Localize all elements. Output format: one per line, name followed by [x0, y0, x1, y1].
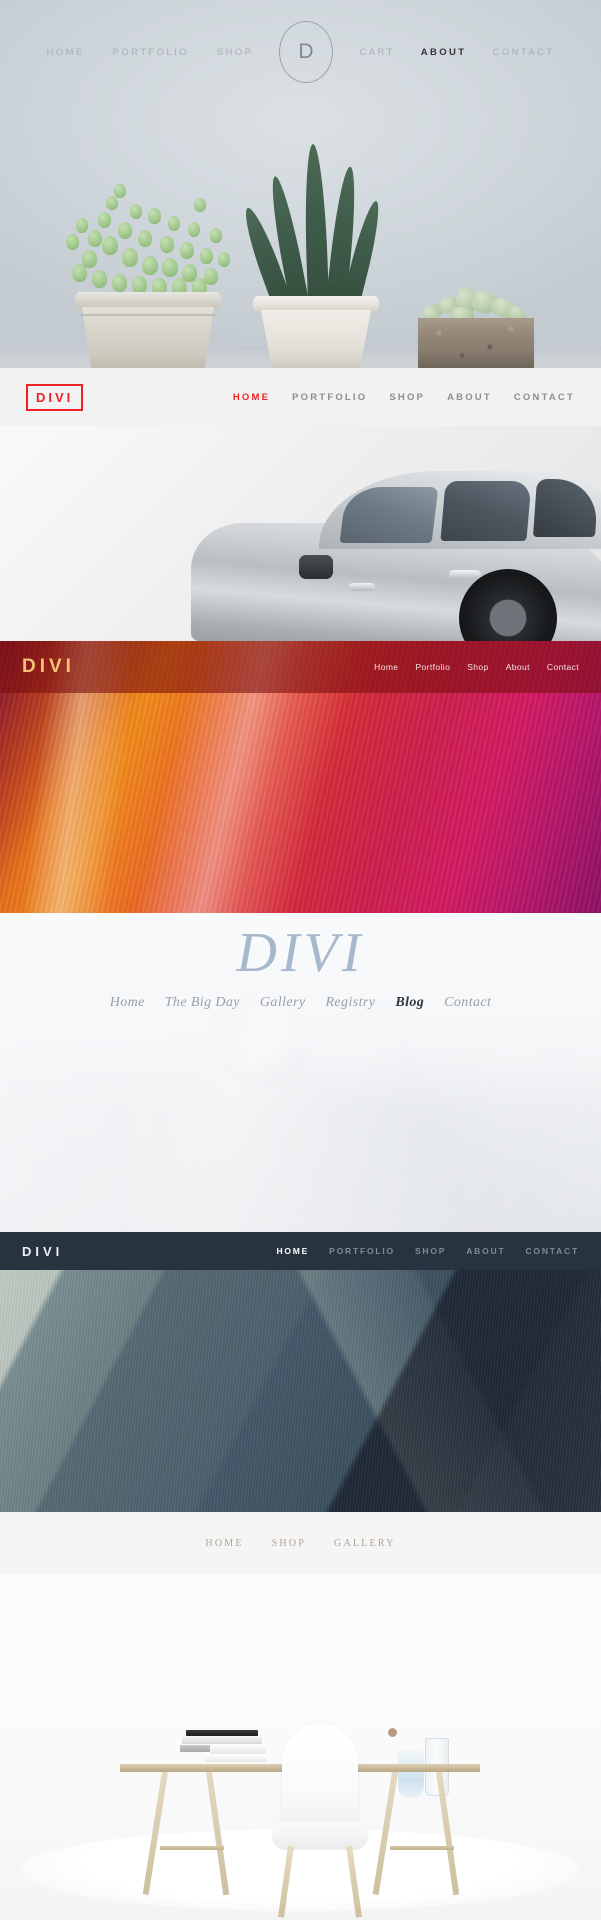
nav-links-wedding: Home The Big Day Gallery Registry Blog C…	[110, 995, 492, 1011]
nav-link-contact[interactable]: Contact	[547, 662, 579, 672]
section-desk-header: HOME SHOP GALLERY	[0, 1512, 601, 1920]
section-canyon-header: DIVI Home Portfolio Shop About Contact	[0, 641, 601, 913]
logo-divi-boxed[interactable]: DIVI	[26, 383, 84, 411]
section-succulents-header: HOME PORTFOLIO SHOP D CART ABOUT CONTACT	[0, 0, 601, 368]
nav-link-about[interactable]: ABOUT	[421, 47, 467, 58]
logo-divi-serif[interactable]: DIVI	[237, 925, 365, 981]
section-wedding-header: DIVI Home The Big Day Gallery Registry B…	[0, 913, 601, 1232]
nav-link-registry[interactable]: Registry	[325, 995, 375, 1011]
nav-link-shop[interactable]: Shop	[467, 662, 488, 672]
nav-links-car: HOME PORTFOLIO SHOP ABOUT CONTACT	[233, 392, 575, 403]
nav-link-portfolio[interactable]: PORTFOLIO	[113, 47, 189, 58]
navbar-desk: HOME SHOP GALLERY	[0, 1512, 601, 1574]
aloe-plant-center	[238, 134, 385, 306]
navbar-car: DIVI HOME PORTFOLIO SHOP ABOUT CONTACT	[0, 368, 601, 426]
nav-link-home[interactable]: HOME	[205, 1538, 243, 1549]
nav-link-shop[interactable]: SHOP	[389, 392, 425, 403]
nav-link-contact[interactable]: CONTACT	[493, 47, 555, 58]
nav-link-contact[interactable]: CONTACT	[525, 1246, 579, 1256]
succulent-pot-center	[253, 296, 379, 368]
nav-link-home[interactable]: Home	[110, 995, 145, 1011]
navbar-succulents: HOME PORTFOLIO SHOP D CART ABOUT CONTACT	[0, 0, 601, 104]
nav-link-about[interactable]: About	[506, 662, 530, 672]
nav-link-cart[interactable]: CART	[359, 47, 394, 58]
nav-link-shop[interactable]: SHOP	[272, 1538, 306, 1549]
succulent-pot-right	[418, 318, 534, 368]
navbar-wedding: DIVI Home The Big Day Gallery Registry B…	[0, 925, 601, 1011]
logo-divi-gold[interactable]: DIVI	[22, 656, 75, 678]
succulent-plant-left	[62, 178, 240, 298]
nav-link-contact[interactable]: Contact	[444, 995, 491, 1011]
navbar-canyon: DIVI Home Portfolio Shop About Contact	[0, 641, 601, 693]
desk-illustration	[120, 1694, 480, 1918]
section-car-header: DIVI HOME PORTFOLIO SHOP ABOUT CONTACT	[0, 368, 601, 641]
divi-header-showcase: HOME PORTFOLIO SHOP D CART ABOUT CONTACT…	[0, 0, 601, 1920]
nav-links-left: HOME PORTFOLIO SHOP	[46, 47, 253, 58]
nav-links-right: CART ABOUT CONTACT	[359, 47, 554, 58]
desk-knob	[388, 1728, 397, 1737]
car-illustration	[191, 441, 601, 641]
nav-link-home[interactable]: HOME	[276, 1246, 309, 1256]
nav-link-shop[interactable]: SHOP	[217, 47, 254, 58]
section-concrete-header: DIVI HOME PORTFOLIO SHOP ABOUT CONTACT	[0, 1232, 601, 1512]
nav-link-blog[interactable]: Blog	[395, 995, 424, 1011]
concrete-geometry-background	[0, 1270, 601, 1512]
succulent-pot-left	[75, 292, 221, 368]
nav-link-about[interactable]: ABOUT	[447, 392, 492, 403]
nav-link-home[interactable]: HOME	[46, 47, 84, 58]
nav-links-concrete: HOME PORTFOLIO SHOP ABOUT CONTACT	[276, 1246, 579, 1256]
nav-link-portfolio[interactable]: PORTFOLIO	[292, 392, 367, 403]
nav-link-portfolio[interactable]: PORTFOLIO	[329, 1246, 395, 1256]
desk-books	[180, 1730, 266, 1764]
logo-circle-d[interactable]: D	[279, 21, 334, 83]
logo-divi-white[interactable]: DIVI	[22, 1244, 63, 1259]
nav-link-about[interactable]: ABOUT	[466, 1246, 505, 1256]
desk-chair	[272, 1724, 368, 1918]
nav-link-the-big-day[interactable]: The Big Day	[165, 995, 240, 1011]
navbar-concrete: DIVI HOME PORTFOLIO SHOP ABOUT CONTACT	[0, 1232, 601, 1270]
nav-link-portfolio[interactable]: Portfolio	[415, 662, 450, 672]
nav-link-home[interactable]: HOME	[233, 392, 270, 403]
desk-photo-background	[0, 1574, 601, 1920]
nav-link-home[interactable]: Home	[374, 662, 398, 672]
nav-link-contact[interactable]: CONTACT	[514, 392, 575, 403]
nav-link-gallery[interactable]: Gallery	[260, 995, 306, 1011]
nav-links-canyon: Home Portfolio Shop About Contact	[374, 662, 579, 672]
desk-vase	[398, 1750, 424, 1798]
nav-link-shop[interactable]: SHOP	[415, 1246, 446, 1256]
nav-link-gallery[interactable]: GALLERY	[334, 1538, 396, 1549]
